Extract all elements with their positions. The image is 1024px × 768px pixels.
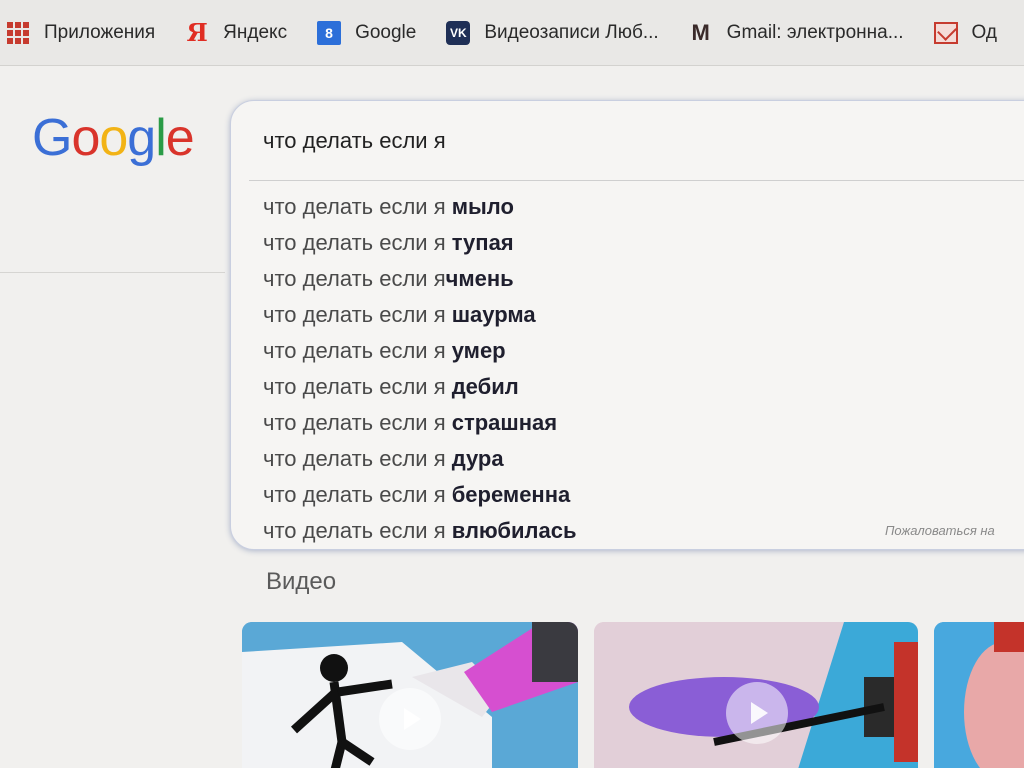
bookmark-google[interactable]: 8 Google (317, 20, 417, 45)
bookmark-label: Gmail: электронна... (726, 21, 904, 43)
suggestion-item[interactable]: что делать если я мыло (263, 189, 577, 225)
gmail-icon: M (691, 19, 710, 45)
suggestion-list: что делать если я мыло что делать если я … (263, 189, 577, 549)
suggestion-item[interactable]: что делать если я беременна (263, 477, 577, 513)
suggestion-prefix: что делать если я (263, 302, 452, 327)
google-logo[interactable]: Google (32, 108, 195, 168)
suggestion-item[interactable]: что делать если ячмень (263, 261, 577, 297)
suggestion-completion: чмень (445, 266, 514, 291)
bookmark-label: Google (355, 21, 417, 43)
suggestion-prefix: что делать если я (263, 446, 452, 471)
suggestion-completion: мыло (451, 194, 514, 219)
mail-icon (933, 21, 958, 45)
bookmark-gmail[interactable]: M Gmail: электронна... (689, 19, 904, 45)
bookmark-mail[interactable]: Од (933, 21, 997, 45)
logo-letter: e (165, 109, 195, 167)
search-input[interactable] (263, 123, 1003, 159)
play-icon (379, 688, 441, 750)
logo-letter: g (127, 109, 156, 167)
yandex-icon: Я (186, 18, 208, 47)
bookmarks-bar: Приложения Я Яндекс 8 Google VK Видеозап… (0, 0, 1024, 66)
suggestion-item[interactable]: что делать если я страшная (263, 405, 577, 441)
video-thumbnail[interactable] (242, 622, 578, 768)
divider (0, 272, 225, 273)
google-bookmark-icon: 8 (317, 20, 342, 45)
logo-letter: o (99, 109, 128, 167)
suggestion-prefix: что делать если я (263, 518, 452, 543)
suggestion-item[interactable]: что делать если я шаурма (263, 297, 577, 333)
suggestion-prefix: что делать если я (263, 266, 446, 291)
apps-grid-icon (6, 21, 30, 45)
video-preview-image (934, 622, 1024, 768)
bookmark-label: Приложения (44, 21, 156, 43)
suggestion-completion: тупая (451, 230, 514, 255)
logo-letter: o (71, 109, 100, 167)
play-icon (726, 682, 788, 744)
report-suggestions-link[interactable]: Пожаловаться на (885, 523, 995, 538)
suggestion-completion: шаурма (451, 302, 536, 327)
bookmark-apps[interactable]: Приложения (6, 21, 155, 45)
suggestion-prefix: что делать если я (263, 338, 452, 363)
suggestion-item[interactable]: что делать если я тупая (263, 225, 577, 261)
divider (249, 180, 1024, 181)
bookmark-label: Од (971, 21, 997, 43)
suggestion-completion: дура (451, 446, 504, 471)
logo-letter: l (155, 109, 167, 167)
suggestion-item[interactable]: что делать если я умер (263, 333, 577, 369)
video-section-title: Видео (266, 568, 337, 595)
suggestion-item[interactable]: что делать если я влюбилась (263, 513, 577, 549)
suggestion-item[interactable]: что делать если я дебил (263, 369, 577, 405)
search-box: что делать если я мылочто делать если я … (230, 100, 1024, 550)
bookmark-label: Видеозаписи Люб... (484, 21, 659, 43)
bookmark-label: Яндекс (223, 21, 288, 43)
bookmark-yandex[interactable]: Я Яндекс (185, 18, 288, 47)
suggestion-completion: беременна (451, 482, 571, 507)
suggestion-completion: влюбилась (451, 518, 577, 543)
suggestion-prefix: что делать если я (263, 482, 452, 507)
suggestion-prefix: что делать если я (263, 410, 452, 435)
suggestion-completion: умер (451, 338, 506, 363)
video-thumbnail[interactable] (594, 622, 918, 768)
suggestion-prefix: что делать если я (263, 230, 452, 255)
suggestion-completion: дебил (451, 374, 519, 399)
suggestion-completion: страшная (451, 410, 558, 435)
logo-letter: G (32, 109, 72, 167)
vk-icon: VK (446, 20, 471, 45)
suggestion-item[interactable]: что делать если я дура (263, 441, 577, 477)
suggestion-prefix: что делать если я (263, 194, 452, 219)
video-thumbnail[interactable] (934, 622, 1024, 768)
bookmark-vk-videos[interactable]: VK Видеозаписи Люб... (446, 20, 659, 45)
suggestion-prefix: что делать если я (263, 374, 452, 399)
